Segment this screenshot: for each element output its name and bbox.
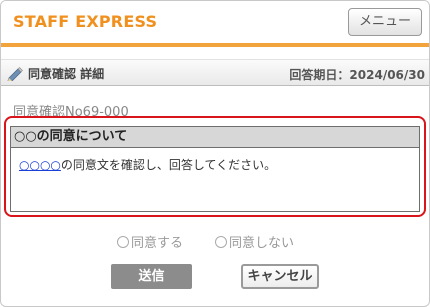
brand-logo: STAFF EXPRESS <box>13 12 158 31</box>
radio-agree[interactable]: 同意する <box>117 232 183 251</box>
consent-panel: ○○の同意について ○○○○の同意文を確認し、回答してください。 <box>10 126 420 212</box>
radio-disagree-circle[interactable] <box>215 235 227 248</box>
radio-disagree[interactable]: 同意しない <box>215 232 294 251</box>
due-date: 回答期日：2024/06/30 <box>289 68 425 82</box>
consent-message: ○○○○の同意文を確認し、回答してください。 <box>11 148 419 173</box>
radio-agree-circle[interactable] <box>117 235 129 248</box>
consent-document-link[interactable]: ○○○○ <box>19 158 61 172</box>
page-title: 同意確認 詳細 <box>28 67 105 81</box>
radio-disagree-label: 同意しない <box>229 236 295 251</box>
send-button[interactable]: 送信 <box>111 264 192 289</box>
app-window: STAFF EXPRESS メニュー 同意確認 詳細 回答期日：2024/06/… <box>0 0 430 307</box>
consent-heading: ○○の同意について <box>11 127 419 148</box>
cancel-button[interactable]: キャンセル <box>241 264 319 289</box>
radio-agree-label: 同意する <box>131 236 184 251</box>
header-accent-bar <box>1 43 429 47</box>
page-title-bar: 同意確認 詳細 回答期日：2024/06/30 <box>1 59 429 86</box>
answer-options: 同意する 同意しない <box>1 232 429 252</box>
consent-instruction: の同意文を確認し、回答してください。 <box>60 158 277 172</box>
menu-button[interactable]: メニュー <box>348 8 422 36</box>
pencil-icon <box>7 66 23 82</box>
app-header: STAFF EXPRESS メニュー <box>1 1 429 43</box>
